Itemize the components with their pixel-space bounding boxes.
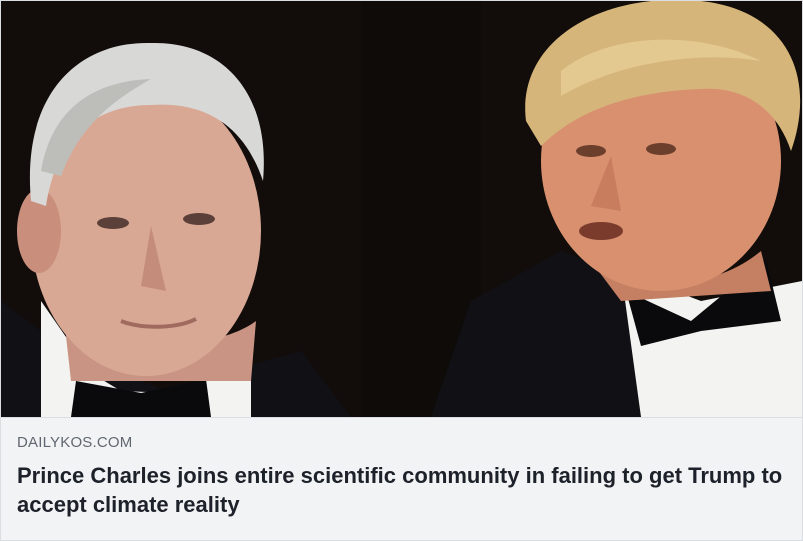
preview-image[interactable] — [1, 1, 802, 417]
article-headline[interactable]: Prince Charles joins entire scientific c… — [17, 461, 786, 519]
link-caption[interactable]: DAILYKOS.COM Prince Charles joins entire… — [1, 417, 802, 540]
source-domain: DAILYKOS.COM — [17, 434, 133, 451]
link-preview-card[interactable]: DAILYKOS.COM Prince Charles joins entire… — [0, 0, 803, 541]
two-men-photo-illustration — [1, 1, 802, 417]
